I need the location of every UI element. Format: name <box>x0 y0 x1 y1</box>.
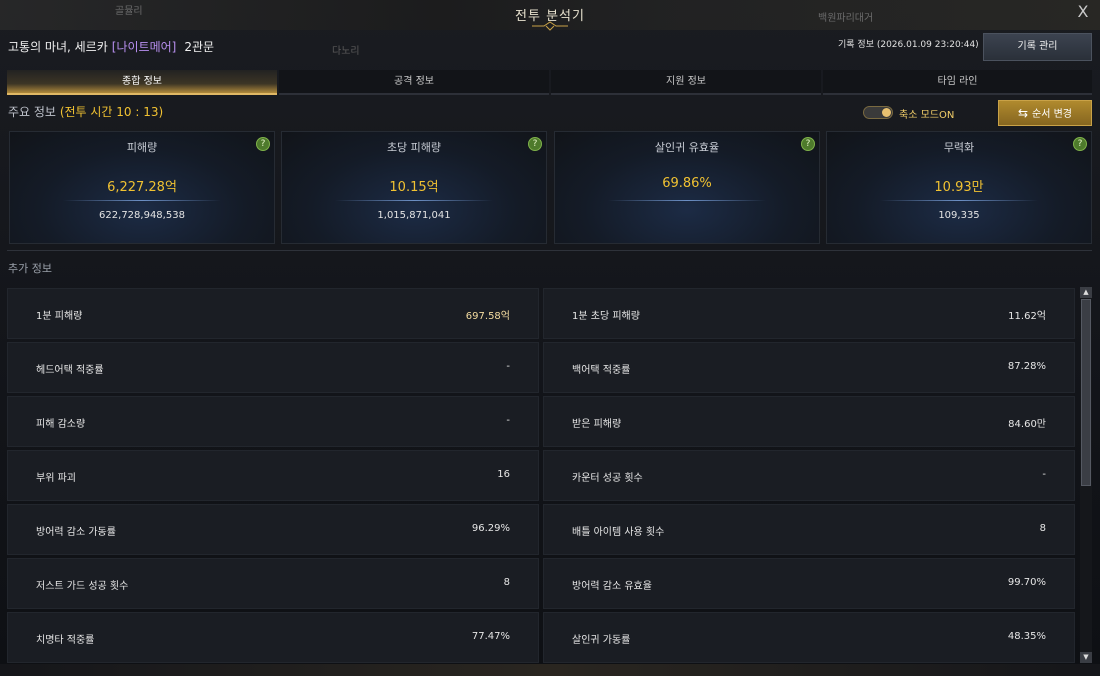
section-divider <box>7 250 1092 251</box>
scroll-down-icon[interactable]: ▼ <box>1080 652 1092 663</box>
tab-timeline[interactable]: 타임 라인 <box>823 70 1092 95</box>
stat-row: 헤드어택 적중률 - <box>7 342 539 393</box>
stat-name: 치명타 적중률 <box>36 635 95 646</box>
reorder-button[interactable]: ⇆ 순서 변경 <box>998 100 1092 126</box>
card-title: 무력화 <box>943 141 975 154</box>
stat-name: 부위 파괴 <box>36 473 76 484</box>
tab-bar: 종합 정보 공격 정보 지원 정보 타임 라인 <box>7 70 1092 95</box>
stat-value: - <box>506 415 510 426</box>
card-value: 10.93만 <box>934 180 984 195</box>
stat-row: 방어력 감소 가동률 96.29% <box>7 504 539 555</box>
stat-card-stagger: 무력화 ? 10.93만 109,335 <box>826 131 1092 244</box>
card-title: 초당 피해량 <box>386 141 442 154</box>
boss-name: 고통의 마녀, 세르카 <box>8 40 108 54</box>
compact-mode-label: 축소 모드ON <box>899 110 955 121</box>
stat-name: 1분 초당 피해량 <box>572 311 640 322</box>
battle-time: (전투 시간 10 : 13) <box>59 105 164 119</box>
stat-row: 배틀 아이템 사용 횟수 8 <box>543 504 1075 555</box>
stat-row: 방어력 감소 유효율 99.70% <box>543 558 1075 609</box>
card-subvalue: 622,728,948,538 <box>99 210 185 221</box>
record-timestamp: 기록 정보 (2026.01.09 23:20:44) <box>838 40 979 50</box>
help-icon[interactable]: ? <box>1073 137 1087 151</box>
stat-row: 백어택 적중률 87.28% <box>543 342 1075 393</box>
card-divider <box>879 200 1039 201</box>
stat-value: 99.70% <box>1007 577 1046 588</box>
stat-name: 방어력 감소 가동률 <box>36 527 116 538</box>
stat-name: 카운터 성공 횟수 <box>572 473 643 484</box>
help-icon[interactable]: ? <box>801 137 815 151</box>
record-manage-button[interactable]: 기록 관리 <box>983 33 1092 61</box>
stat-value: 96.29% <box>471 523 510 534</box>
stat-value: 697.58억 <box>465 311 510 322</box>
close-button[interactable]: X <box>1074 3 1092 23</box>
card-title: 살인귀 유효율 <box>654 141 720 154</box>
stat-row: 저스트 가드 성공 횟수 8 <box>7 558 539 609</box>
stat-value: 77.47% <box>471 631 510 642</box>
stat-row: 받은 피해량 84.60만 <box>543 396 1075 447</box>
card-divider <box>334 200 494 201</box>
main-info-label: 주요 정보 <box>8 105 56 119</box>
card-value: 6,227.28억 <box>107 180 177 195</box>
card-subvalue: 109,335 <box>938 210 980 221</box>
stat-card-dps: 초당 피해량 ? 10.15억 1,015,871,041 <box>281 131 547 244</box>
help-icon[interactable]: ? <box>256 137 270 151</box>
stat-row: 부위 파괴 16 <box>7 450 539 501</box>
stat-card-killer-efficiency: 살인귀 유효율 ? 69.86% <box>554 131 820 244</box>
extra-info-heading: 추가 정보 <box>8 262 52 275</box>
stat-value: 8 <box>503 577 510 588</box>
stat-name: 헤드어택 적중률 <box>36 365 104 376</box>
stat-name: 살인귀 가동률 <box>572 635 631 646</box>
stat-name: 방어력 감소 유효율 <box>572 581 652 592</box>
stat-row: 1분 피해량 697.58억 <box>7 288 539 339</box>
stat-value: - <box>1042 469 1046 480</box>
stat-name: 저스트 가드 성공 횟수 <box>36 581 129 592</box>
stat-value: 11.62억 <box>1008 311 1046 322</box>
stat-row: 살인귀 가동률 48.35% <box>543 612 1075 663</box>
stat-name: 백어택 적중률 <box>572 365 631 376</box>
card-title: 피해량 <box>126 141 158 154</box>
stat-name: 1분 피해량 <box>36 311 83 322</box>
bottom-strip <box>0 664 1100 676</box>
main-info-heading: 주요 정보 (전투 시간 10 : 13) <box>8 103 163 120</box>
compact-mode-toggle[interactable] <box>863 106 893 119</box>
stat-value: 84.60만 <box>1008 419 1046 430</box>
scrollbar[interactable]: ▲ ▼ <box>1080 287 1092 663</box>
boss-title: 고통의 마녀, 세르카 [나이트메어] 2관문 <box>8 38 214 55</box>
title-bar: 전투 분석기 X <box>0 0 1100 31</box>
gate-label: 2관문 <box>184 40 215 54</box>
card-value: 69.86% <box>662 176 712 191</box>
tab-support[interactable]: 지원 정보 <box>551 70 821 95</box>
stat-row: 1분 초당 피해량 11.62억 <box>543 288 1075 339</box>
stat-value: 16 <box>497 469 510 480</box>
toggle-knob <box>882 108 891 117</box>
help-icon[interactable]: ? <box>528 137 542 151</box>
stat-row: 피해 감소량 - <box>7 396 539 447</box>
difficulty-label: [나이트메어] <box>111 40 177 54</box>
card-divider <box>62 200 222 201</box>
tab-overview[interactable]: 종합 정보 <box>7 70 277 95</box>
card-divider <box>607 200 767 201</box>
stat-value: 87.28% <box>1007 361 1046 372</box>
stat-row: 카운터 성공 횟수 - <box>543 450 1075 501</box>
scroll-up-icon[interactable]: ▲ <box>1080 287 1092 298</box>
stat-name: 받은 피해량 <box>572 419 622 430</box>
scroll-thumb[interactable] <box>1081 299 1091 486</box>
header: 고통의 마녀, 세르카 [나이트메어] 2관문 기록 정보 (2026.01.09 … <box>0 30 1100 64</box>
card-subvalue: 1,015,871,041 <box>377 210 451 221</box>
stat-card-damage: 피해량 ? 6,227.28억 622,728,948,538 <box>9 131 275 244</box>
stat-name: 피해 감소량 <box>36 419 86 430</box>
stat-row: 치명타 적중률 77.47% <box>7 612 539 663</box>
combat-analyzer-window: 골뮬리 백원파리대거 다노리 전투 분석기 X 고통의 마녀, 세르카 [나이트메… <box>0 0 1100 676</box>
stat-value: 48.35% <box>1007 631 1046 642</box>
swap-icon: ⇆ <box>1017 106 1029 120</box>
stat-value: - <box>506 361 510 372</box>
stat-name: 배틀 아이템 사용 횟수 <box>572 527 665 538</box>
reorder-label: 순서 변경 <box>1032 109 1073 120</box>
tab-attack[interactable]: 공격 정보 <box>279 70 549 95</box>
card-value: 10.15억 <box>389 180 439 195</box>
stat-value: 8 <box>1039 523 1046 534</box>
